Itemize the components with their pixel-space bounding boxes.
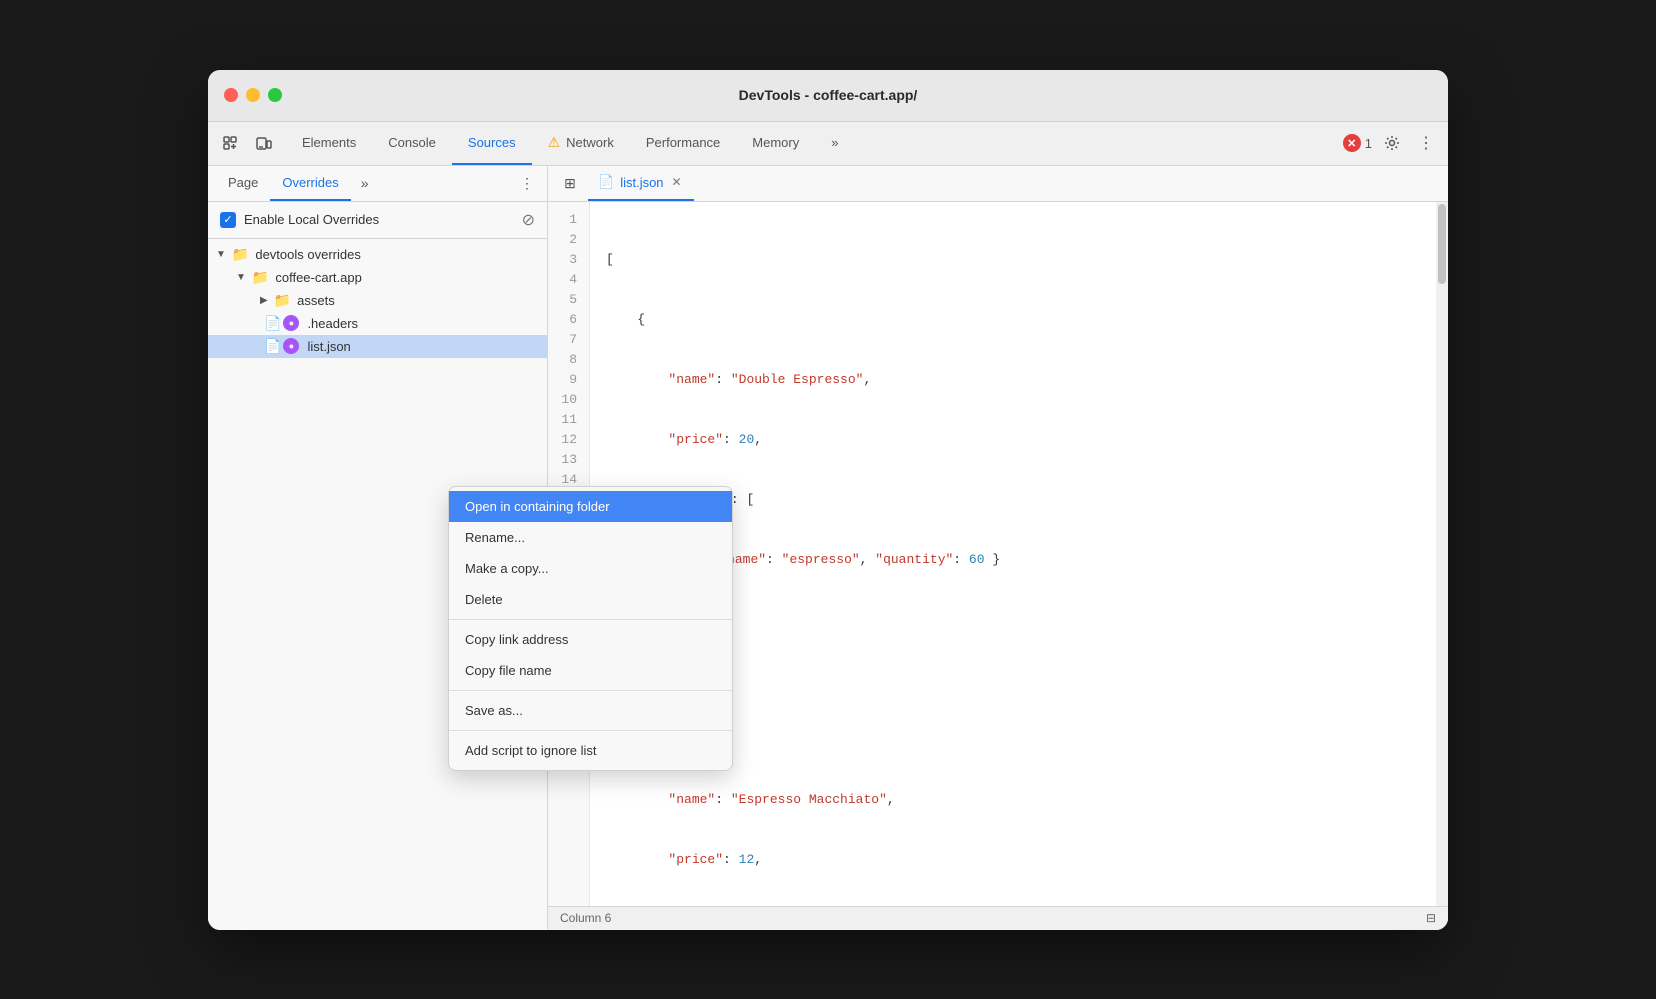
folder-icon: 📁 <box>232 246 249 263</box>
error-indicator: ✕ 1 <box>1343 134 1372 152</box>
chevron-down-icon: ▼ <box>216 249 226 260</box>
tab-more[interactable]: » <box>815 121 854 165</box>
network-warning-icon: ⚠ <box>548 134 561 151</box>
maximize-button[interactable] <box>268 88 282 102</box>
chevron-right-icon: ▶ <box>260 295 268 306</box>
tabbar-right-actions: ✕ 1 ⋮ <box>1343 129 1440 157</box>
tab-network[interactable]: ⚠ Network <box>532 121 630 165</box>
code-line-2: { <box>606 310 1448 330</box>
context-menu-divider-3 <box>449 730 732 731</box>
error-count: 1 <box>1365 136 1372 151</box>
settings-button[interactable] <box>1378 129 1406 157</box>
tab-elements[interactable]: Elements <box>286 121 372 165</box>
editor-layout-button[interactable]: ⊞ <box>556 169 584 197</box>
enable-overrides-label: Enable Local Overrides <box>244 212 379 227</box>
folder-icon: 📁 <box>274 292 291 309</box>
sidebar-menu-button[interactable]: ⋮ <box>515 171 539 195</box>
context-menu-item-make-copy[interactable]: Make a copy... <box>449 553 732 584</box>
enable-overrides-checkbox[interactable]: ✓ <box>220 212 236 228</box>
tree-item-list-json[interactable]: 📄 ● list.json <box>208 335 547 358</box>
tabbar-icon-group <box>216 129 278 157</box>
context-menu-item-copy-link[interactable]: Copy link address <box>449 624 732 655</box>
editor-scrollbar[interactable] <box>1436 202 1448 906</box>
chevron-down-icon: ▼ <box>236 272 246 283</box>
sidebar-more-tabs-icon[interactable]: » <box>355 171 375 195</box>
minimize-button[interactable] <box>246 88 260 102</box>
file-tab-icon: 📄 <box>598 174 614 190</box>
context-menu-item-open-folder[interactable]: Open in containing folder <box>449 491 732 522</box>
tab-console[interactable]: Console <box>372 121 452 165</box>
tab-performance[interactable]: Performance <box>630 121 736 165</box>
tree-item-headers[interactable]: 📄 ● .headers <box>208 312 547 335</box>
block-icon[interactable]: ⊘ <box>522 210 535 230</box>
code-line-10: "name": "Espresso Macchiato", <box>606 790 1448 810</box>
top-tabbar: Elements Console Sources ⚠ Network Perfo… <box>208 122 1448 166</box>
editor-file-tab-label: list.json <box>620 175 663 190</box>
column-indicator: Column 6 <box>560 911 611 925</box>
editor-tab-bar: ⊞ 📄 list.json ✕ <box>548 166 1448 202</box>
file-override-badge: ● <box>283 315 299 331</box>
error-badge: ✕ <box>1343 134 1361 152</box>
code-line-1: [ <box>606 250 1448 270</box>
sidebar-tab-bar: Page Overrides » ⋮ <box>208 166 547 202</box>
folder-icon: 📁 <box>252 269 269 286</box>
device-toggle-icon[interactable] <box>250 129 278 157</box>
context-menu-item-save-as[interactable]: Save as... <box>449 695 732 726</box>
context-menu-item-ignore-list[interactable]: Add script to ignore list <box>449 735 732 766</box>
file-override-badge: ● <box>283 338 299 354</box>
more-options-button[interactable]: ⋮ <box>1412 129 1440 157</box>
devtools-window: DevTools - coffee-cart.app/ <box>208 70 1448 930</box>
enable-overrides-row: ✓ Enable Local Overrides ⊘ <box>208 202 547 239</box>
file-icon: 📄 <box>264 338 281 355</box>
tree-item-devtools-overrides[interactable]: ▼ 📁 devtools overrides <box>208 243 547 266</box>
main-wrapper: Page Overrides » ⋮ ✓ Enable Local Overri… <box>208 166 1448 930</box>
main-content: Page Overrides » ⋮ ✓ Enable Local Overri… <box>208 166 1448 930</box>
code-line-3: "name": "Double Espresso", <box>606 370 1448 390</box>
tab-sources[interactable]: Sources <box>452 121 532 165</box>
code-line-11: "price": 12, <box>606 850 1448 870</box>
inspect-icon[interactable] <box>216 129 244 157</box>
tree-item-coffee-cart[interactable]: ▼ 📁 coffee-cart.app <box>208 266 547 289</box>
context-menu-item-copy-filename[interactable]: Copy file name <box>449 655 732 686</box>
scrollbar-thumb[interactable] <box>1438 204 1446 284</box>
code-line-4: "price": 20, <box>606 430 1448 450</box>
editor-file-tab[interactable]: 📄 list.json ✕ <box>588 166 694 202</box>
close-button[interactable] <box>224 88 238 102</box>
window-title: DevTools - coffee-cart.app/ <box>739 87 918 103</box>
sidebar-tab-overrides[interactable]: Overrides <box>270 166 350 202</box>
context-menu-item-delete[interactable]: Delete <box>449 584 732 615</box>
file-icon: 📄 <box>264 315 281 332</box>
titlebar: DevTools - coffee-cart.app/ <box>208 70 1448 122</box>
context-menu-item-rename[interactable]: Rename... <box>449 522 732 553</box>
sidebar-tab-page[interactable]: Page <box>216 166 270 202</box>
context-menu: Open in containing folder Rename... Make… <box>448 486 733 771</box>
tab-memory[interactable]: Memory <box>736 121 815 165</box>
traffic-lights <box>224 88 282 102</box>
editor-tab-close-button[interactable]: ✕ <box>670 173 684 191</box>
context-menu-divider-1 <box>449 619 732 620</box>
tree-item-assets[interactable]: ▶ 📁 assets <box>208 289 547 312</box>
status-bar: Column 6 ⊟ <box>548 906 1448 930</box>
context-menu-divider-2 <box>449 690 732 691</box>
status-bar-icon: ⊟ <box>1426 911 1436 925</box>
